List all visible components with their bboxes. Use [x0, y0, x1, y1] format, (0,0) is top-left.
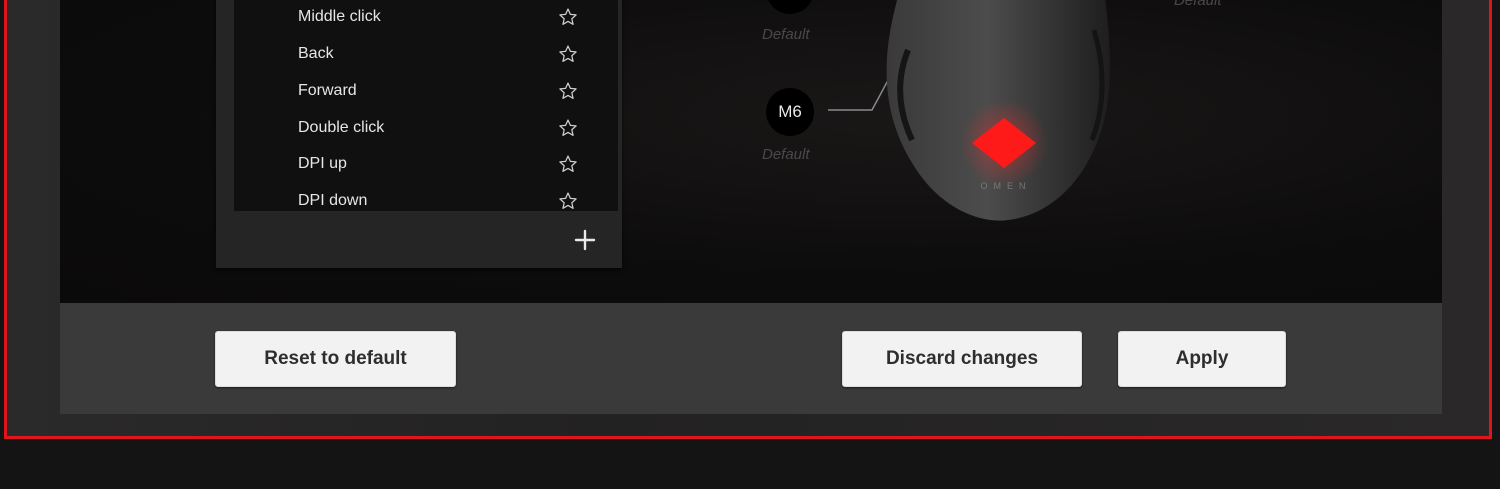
button-assignment-label: Default — [762, 146, 810, 163]
star-outline-icon[interactable] — [558, 81, 578, 101]
mouse-button-m6[interactable]: M6 — [766, 88, 814, 136]
button-assignment-label: Default — [1174, 0, 1222, 9]
star-outline-icon[interactable] — [558, 191, 578, 211]
list-item-label: Forward — [298, 82, 357, 99]
list-item-forward[interactable]: Forward — [234, 74, 618, 110]
list-item-label: DPI up — [298, 155, 347, 172]
apply-button[interactable]: Apply — [1118, 331, 1286, 387]
reset-to-default-button[interactable]: Reset to default — [215, 331, 456, 387]
star-outline-icon[interactable] — [558, 118, 578, 138]
list-item-back[interactable]: Back — [234, 37, 618, 73]
mouse-illustration: OMEN — [886, 0, 1110, 221]
list-item-double-click[interactable]: Double click — [234, 111, 618, 147]
mouse-logo-text: OMEN — [981, 181, 1032, 191]
star-outline-icon[interactable] — [558, 154, 578, 174]
list-item-dpi-down[interactable]: DPI down — [234, 184, 618, 211]
mouse-button-label: M6 — [778, 102, 802, 121]
star-outline-icon[interactable] — [558, 44, 578, 64]
star-outline-icon[interactable] — [558, 7, 578, 27]
list-item-middle-click[interactable]: Middle click — [234, 0, 618, 36]
plus-icon[interactable] — [574, 229, 596, 251]
discard-changes-button[interactable]: Discard changes — [842, 331, 1082, 387]
list-item-label: Middle click — [298, 8, 381, 25]
button-assignment-label: Default — [762, 26, 810, 43]
list-item-label: Double click — [298, 119, 385, 136]
list-item-label: DPI down — [298, 192, 368, 209]
assignment-list-card: Middle click Back Forward Double click D… — [216, 0, 622, 268]
assignment-list[interactable]: Middle click Back Forward Double click D… — [234, 0, 618, 211]
list-item-dpi-up[interactable]: DPI up — [234, 147, 618, 183]
list-item-label: Back — [298, 45, 334, 62]
